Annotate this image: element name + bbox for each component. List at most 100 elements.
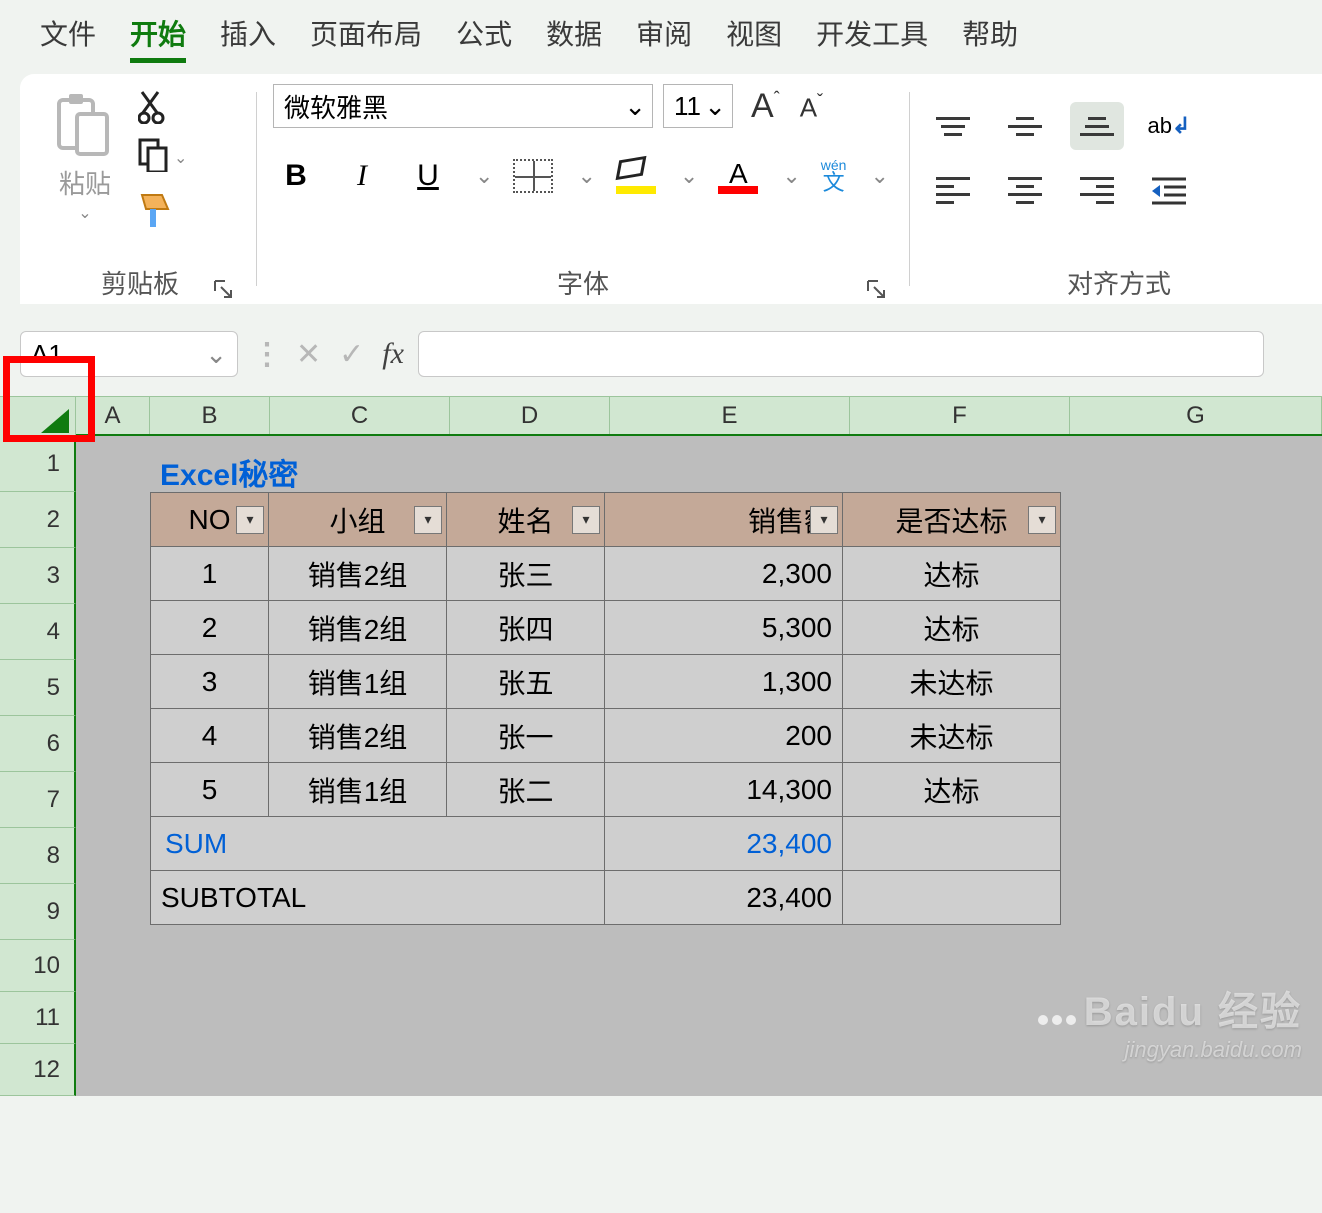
- font-color-button[interactable]: A: [718, 158, 758, 194]
- table-row[interactable]: 5销售1组张二14,300达标: [151, 763, 1061, 817]
- font-name-select[interactable]: 微软雅黑 ⌄: [273, 84, 653, 128]
- column-header-D[interactable]: D: [450, 397, 610, 434]
- font-color-dropdown-icon[interactable]: ⌄: [782, 163, 800, 189]
- italic-button[interactable]: I: [339, 159, 385, 193]
- formula-bar[interactable]: [418, 331, 1264, 377]
- table-row[interactable]: 3销售1组张五1,300未达标: [151, 655, 1061, 709]
- table-row[interactable]: 2销售2组张四5,300达标: [151, 601, 1061, 655]
- ribbon-tabs: 文件 开始 插入 页面布局 公式 数据 审阅 视图 开发工具 帮助: [0, 0, 1322, 56]
- align-left-button[interactable]: [926, 166, 980, 214]
- row-header-11[interactable]: 11: [0, 992, 76, 1044]
- align-bottom-button[interactable]: [1070, 102, 1124, 150]
- watermark: Baidu 经验 jingyan.baidu.com: [1036, 979, 1302, 1063]
- tab-data[interactable]: 数据: [546, 13, 602, 53]
- row-header-9[interactable]: 9: [0, 884, 76, 940]
- row-header-6[interactable]: 6: [0, 716, 76, 772]
- increase-font-button[interactable]: Aˆ: [751, 89, 780, 123]
- align-center-button[interactable]: [998, 166, 1052, 214]
- formula-bar-row: A1 ⌄ ⋮ ✕ ✓ fx: [20, 328, 1322, 380]
- row-header-7[interactable]: 7: [0, 772, 76, 828]
- paste-label[interactable]: 粘贴: [59, 164, 111, 201]
- fill-color-dropdown-icon[interactable]: ⌄: [680, 163, 698, 189]
- column-header-C[interactable]: C: [270, 397, 450, 434]
- subtotal-row[interactable]: SUBTOTAL 23,400: [151, 871, 1061, 925]
- ribbon: 粘贴 ⌄ ⌄ 剪贴板: [20, 74, 1322, 304]
- filter-icon[interactable]: ▾: [1028, 506, 1056, 534]
- table-header-row: NO▾ 小组▾ 姓名▾ 销售额▾ 是否达标▾: [151, 493, 1061, 547]
- tab-file[interactable]: 文件: [40, 13, 96, 53]
- th-group[interactable]: 小组▾: [269, 493, 447, 547]
- th-no[interactable]: NO▾: [151, 493, 269, 547]
- filter-icon[interactable]: ▾: [810, 506, 838, 534]
- tab-layout[interactable]: 页面布局: [310, 13, 422, 53]
- borders-button[interactable]: [513, 159, 553, 193]
- copy-dropdown-icon[interactable]: ⌄: [174, 148, 187, 168]
- phonetic-guide-button[interactable]: wén 文: [821, 158, 847, 194]
- font-name-value: 微软雅黑: [284, 88, 388, 125]
- tab-home[interactable]: 开始: [130, 13, 186, 53]
- th-sales[interactable]: 销售额▾: [605, 493, 843, 547]
- column-header-G[interactable]: G: [1070, 397, 1322, 434]
- row-header-10[interactable]: 10: [0, 940, 76, 992]
- chevron-down-icon: ⌄: [624, 91, 646, 122]
- column-header-B[interactable]: B: [150, 397, 270, 434]
- align-top-button[interactable]: [926, 102, 980, 150]
- row-header-8[interactable]: 8: [0, 828, 76, 884]
- insert-function-button[interactable]: fx: [382, 337, 404, 371]
- formula-more-icon[interactable]: ⋮: [252, 337, 278, 372]
- underline-dropdown-icon[interactable]: ⌄: [475, 163, 493, 189]
- row-header-4[interactable]: 4: [0, 604, 76, 660]
- row-header-12[interactable]: 12: [0, 1044, 76, 1096]
- paste-dropdown-icon[interactable]: ⌄: [78, 203, 91, 223]
- cut-button[interactable]: [138, 90, 187, 124]
- tab-developer[interactable]: 开发工具: [816, 13, 928, 53]
- tab-insert[interactable]: 插入: [220, 13, 276, 53]
- sheet-title[interactable]: Excel秘密: [150, 436, 308, 494]
- underline-button[interactable]: U: [405, 159, 451, 193]
- borders-dropdown-icon[interactable]: ⌄: [577, 163, 595, 189]
- tab-view[interactable]: 视图: [726, 13, 782, 53]
- th-pass[interactable]: 是否达标▾: [843, 493, 1061, 547]
- sum-row[interactable]: SUM 23,400: [151, 817, 1061, 871]
- font-size-select[interactable]: 11 ⌄: [663, 84, 733, 128]
- group-font: 微软雅黑 ⌄ 11 ⌄ Aˆ Aˇ B I U ⌄ ⌄: [263, 74, 903, 304]
- format-painter-button[interactable]: [138, 191, 187, 229]
- filter-icon[interactable]: ▾: [236, 506, 264, 534]
- align-right-button[interactable]: [1070, 166, 1124, 214]
- annotation-highlight: [3, 356, 95, 442]
- tab-help[interactable]: 帮助: [962, 13, 1018, 53]
- paste-icon[interactable]: [53, 92, 117, 162]
- group-label-alignment: 对齐方式: [1067, 264, 1171, 301]
- bold-button[interactable]: B: [273, 159, 319, 193]
- filter-icon[interactable]: ▾: [572, 506, 600, 534]
- group-label-clipboard: 剪贴板: [101, 264, 179, 301]
- fill-color-button[interactable]: [616, 158, 656, 194]
- th-name[interactable]: 姓名▾: [447, 493, 605, 547]
- font-size-value: 11: [674, 91, 701, 122]
- table-row[interactable]: 4销售2组张一200未达标: [151, 709, 1061, 763]
- decrease-font-button[interactable]: Aˇ: [800, 92, 823, 121]
- chevron-down-icon: ⌄: [704, 91, 726, 122]
- row-header-1[interactable]: 1: [0, 436, 76, 492]
- copy-button[interactable]: [138, 138, 168, 177]
- accept-formula-icon[interactable]: ✓: [339, 337, 364, 372]
- clipboard-launcher-icon[interactable]: [212, 276, 234, 298]
- phonetic-dropdown-icon[interactable]: ⌄: [870, 163, 888, 189]
- group-clipboard: 粘贴 ⌄ ⌄ 剪贴板: [30, 74, 250, 304]
- cancel-formula-icon[interactable]: ✕: [296, 337, 321, 372]
- chevron-down-icon[interactable]: ⌄: [205, 339, 227, 370]
- tab-formulas[interactable]: 公式: [456, 13, 512, 53]
- row-header-2[interactable]: 2: [0, 492, 76, 548]
- align-middle-button[interactable]: [998, 102, 1052, 150]
- row-header-5[interactable]: 5: [0, 660, 76, 716]
- row-header-3[interactable]: 3: [0, 548, 76, 604]
- column-header-F[interactable]: F: [850, 397, 1070, 434]
- data-table: NO▾ 小组▾ 姓名▾ 销售额▾ 是否达标▾ 1销售2组张三2,300达标 2销…: [150, 492, 1061, 925]
- table-row[interactable]: 1销售2组张三2,300达标: [151, 547, 1061, 601]
- font-launcher-icon[interactable]: [865, 276, 887, 298]
- column-header-E[interactable]: E: [610, 397, 850, 434]
- filter-icon[interactable]: ▾: [414, 506, 442, 534]
- tab-review[interactable]: 审阅: [636, 13, 692, 53]
- decrease-indent-button[interactable]: [1142, 166, 1196, 214]
- wrap-text-button[interactable]: ab↲: [1142, 102, 1196, 150]
